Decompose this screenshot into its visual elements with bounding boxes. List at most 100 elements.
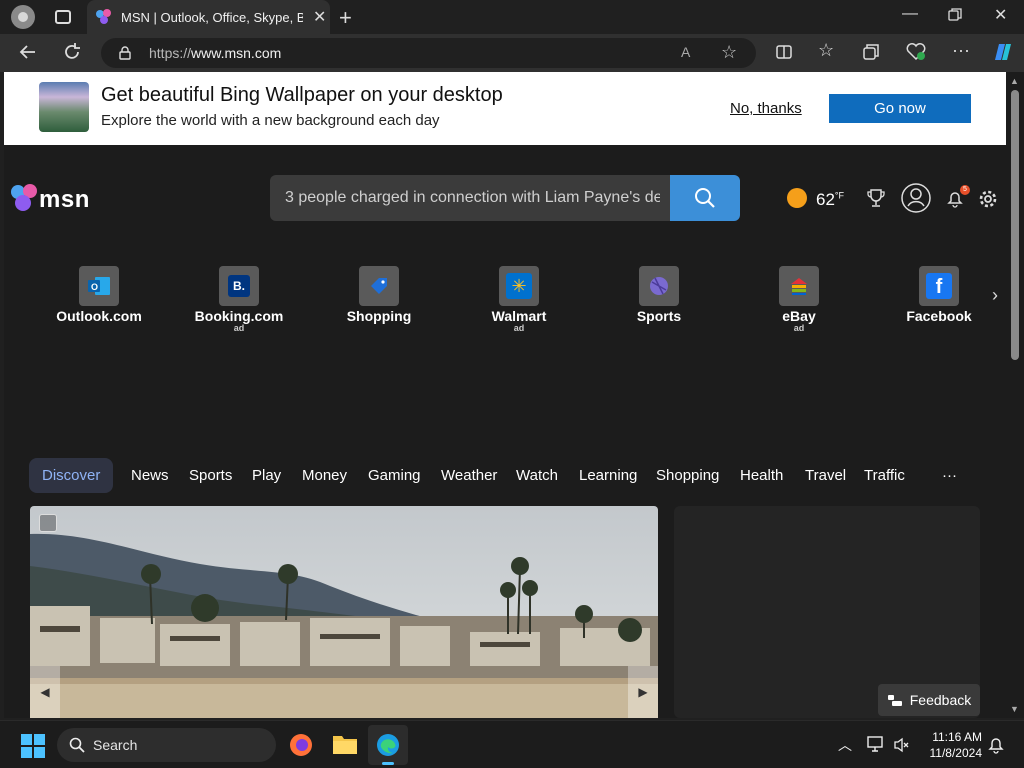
profile-avatar-icon[interactable] xyxy=(11,5,35,29)
hero-next-icon[interactable]: ▶ xyxy=(628,666,658,718)
feed-nav-tabs: Discover News Sports Play Money Gaming W… xyxy=(4,458,1006,493)
shopping-tag-icon xyxy=(359,266,399,306)
tab-health[interactable]: Health xyxy=(740,458,783,493)
url-prefix: https:// xyxy=(149,45,192,61)
scroll-up-icon[interactable]: ▲ xyxy=(1010,76,1019,86)
url-text[interactable]: https://www.msn.com xyxy=(149,45,281,61)
more-tabs-button[interactable]: ··· xyxy=(942,458,957,493)
copilot-icon[interactable] xyxy=(990,40,1014,69)
tab-close-icon[interactable]: ✕ xyxy=(313,7,326,27)
feedback-button[interactable]: Feedback xyxy=(878,684,980,716)
tab-sports[interactable]: Sports xyxy=(189,458,232,493)
facebook-icon: f xyxy=(919,266,959,306)
hero-image[interactable]: ◀ ▶ xyxy=(30,506,658,718)
temperature-value: 62 xyxy=(816,190,835,209)
taskbar: Search ︿ 11:16 AM 11/8/2024 xyxy=(0,720,1024,768)
tile-sports[interactable]: Sports xyxy=(604,266,714,324)
page-content: Get beautiful Bing Wallpaper on your des… xyxy=(4,72,1006,718)
tile-label: Walmart xyxy=(491,308,547,324)
read-aloud-icon[interactable]: A xyxy=(681,44,690,60)
sports-ball-icon xyxy=(639,266,679,306)
lock-icon[interactable] xyxy=(119,46,131,60)
taskbar-search-icon xyxy=(69,737,85,753)
back-icon[interactable] xyxy=(18,42,38,67)
feedback-label: Feedback xyxy=(909,692,972,708)
rewards-trophy-icon[interactable] xyxy=(866,188,886,213)
banner-title: Get beautiful Bing Wallpaper on your des… xyxy=(101,84,503,106)
tab-traffic[interactable]: Traffic xyxy=(864,458,905,493)
tile-ad-label: ad xyxy=(233,323,245,333)
tab-shopping[interactable]: Shopping xyxy=(656,458,719,493)
tile-label: eBay xyxy=(782,308,816,324)
msn-favicon-icon xyxy=(95,8,113,26)
search-button[interactable] xyxy=(670,175,740,221)
address-bar[interactable]: https://www.msn.com A ☆ xyxy=(101,38,756,68)
account-avatar-icon[interactable] xyxy=(900,182,932,219)
tab-travel[interactable]: Travel xyxy=(805,458,846,493)
address-bar-row: https://www.msn.com A ☆ ☆ ··· xyxy=(0,34,1024,72)
page-scrollbar[interactable]: ▲ ▼ xyxy=(1006,72,1024,718)
scroll-down-icon[interactable]: ▼ xyxy=(1010,704,1019,714)
browser-tab[interactable]: MSN | Outlook, Office, Skype, Bing, Brea… xyxy=(87,0,330,34)
tab-learning[interactable]: Learning xyxy=(579,458,637,493)
network-icon[interactable] xyxy=(867,736,885,757)
tab-gaming[interactable]: Gaming xyxy=(368,458,421,493)
url-host: www.msn.com xyxy=(191,45,282,61)
tab-money[interactable]: Money xyxy=(302,458,347,493)
tile-label: Facebook xyxy=(906,308,972,324)
tile-ad-label: ad xyxy=(513,323,525,333)
tile-ebay[interactable]: eBay ad xyxy=(744,266,854,333)
weather-sun-icon[interactable] xyxy=(787,188,807,208)
tile-label: Sports xyxy=(636,308,682,324)
go-now-button[interactable]: Go now xyxy=(829,94,971,123)
tile-booking[interactable]: B. Booking.com ad xyxy=(184,266,294,333)
tile-shopping[interactable]: Shopping xyxy=(324,266,434,324)
tab-weather[interactable]: Weather xyxy=(441,458,497,493)
new-tab-icon[interactable]: + xyxy=(339,5,352,31)
tab-actions-icon[interactable] xyxy=(55,10,71,24)
temperature[interactable]: 62°F xyxy=(816,190,844,210)
show-hidden-icons-chevron-icon[interactable]: ︿ xyxy=(838,735,852,755)
taskbar-search[interactable]: Search xyxy=(57,728,276,762)
taskbar-search-label: Search xyxy=(93,737,138,753)
file-explorer-icon[interactable] xyxy=(332,733,358,760)
split-screen-icon[interactable] xyxy=(775,43,793,66)
tile-ad-label: ad xyxy=(793,323,805,333)
minimize-icon[interactable]: — xyxy=(902,5,918,23)
tile-label: Booking.com xyxy=(194,308,284,324)
tile-outlook[interactable]: O Outlook.com xyxy=(44,266,154,324)
collections-icon[interactable] xyxy=(862,43,880,66)
tiles-next-chevron-icon[interactable]: › xyxy=(992,285,998,306)
tile-label: Shopping xyxy=(346,308,412,324)
volume-muted-icon[interactable] xyxy=(894,737,910,758)
hero-prev-icon[interactable]: ◀ xyxy=(30,666,60,718)
tab-news[interactable]: News xyxy=(131,458,169,493)
tile-facebook[interactable]: f Facebook xyxy=(884,266,994,324)
search-input[interactable]: 3 people charged in connection with Liam… xyxy=(270,175,670,221)
scroll-thumb[interactable] xyxy=(1011,90,1019,360)
browser-essentials-icon[interactable] xyxy=(906,43,926,66)
firefox-icon[interactable] xyxy=(289,733,313,762)
notification-center-icon[interactable] xyxy=(988,736,1004,759)
more-menu-icon[interactable]: ··· xyxy=(952,40,970,61)
search-input-value: 3 people charged in connection with Liam… xyxy=(285,189,660,206)
system-clock[interactable]: 11:16 AM 11/8/2024 xyxy=(922,729,983,761)
edge-taskbar-button[interactable] xyxy=(368,725,408,765)
no-thanks-link[interactable]: No, thanks xyxy=(730,100,802,117)
temperature-unit: °F xyxy=(834,190,845,201)
tab-discover[interactable]: Discover xyxy=(29,458,114,493)
tile-walmart[interactable]: ✳ Walmart ad xyxy=(464,266,574,333)
walmart-spark-icon: ✳ xyxy=(499,266,539,306)
image-gallery-icon[interactable] xyxy=(39,514,57,532)
tab-play[interactable]: Play xyxy=(252,458,281,493)
refresh-icon[interactable] xyxy=(62,42,82,67)
favorite-star-icon[interactable]: ☆ xyxy=(721,42,737,63)
favorites-icon[interactable]: ☆ xyxy=(818,40,834,61)
restore-icon[interactable] xyxy=(948,8,962,27)
msn-logo-text[interactable]: msn xyxy=(39,186,90,214)
settings-gear-icon[interactable] xyxy=(978,189,998,214)
wallpaper-banner: Get beautiful Bing Wallpaper on your des… xyxy=(4,72,1006,145)
tab-watch[interactable]: Watch xyxy=(516,458,558,493)
windows-start-icon[interactable] xyxy=(21,734,45,763)
close-window-icon[interactable]: ✕ xyxy=(994,5,1007,25)
